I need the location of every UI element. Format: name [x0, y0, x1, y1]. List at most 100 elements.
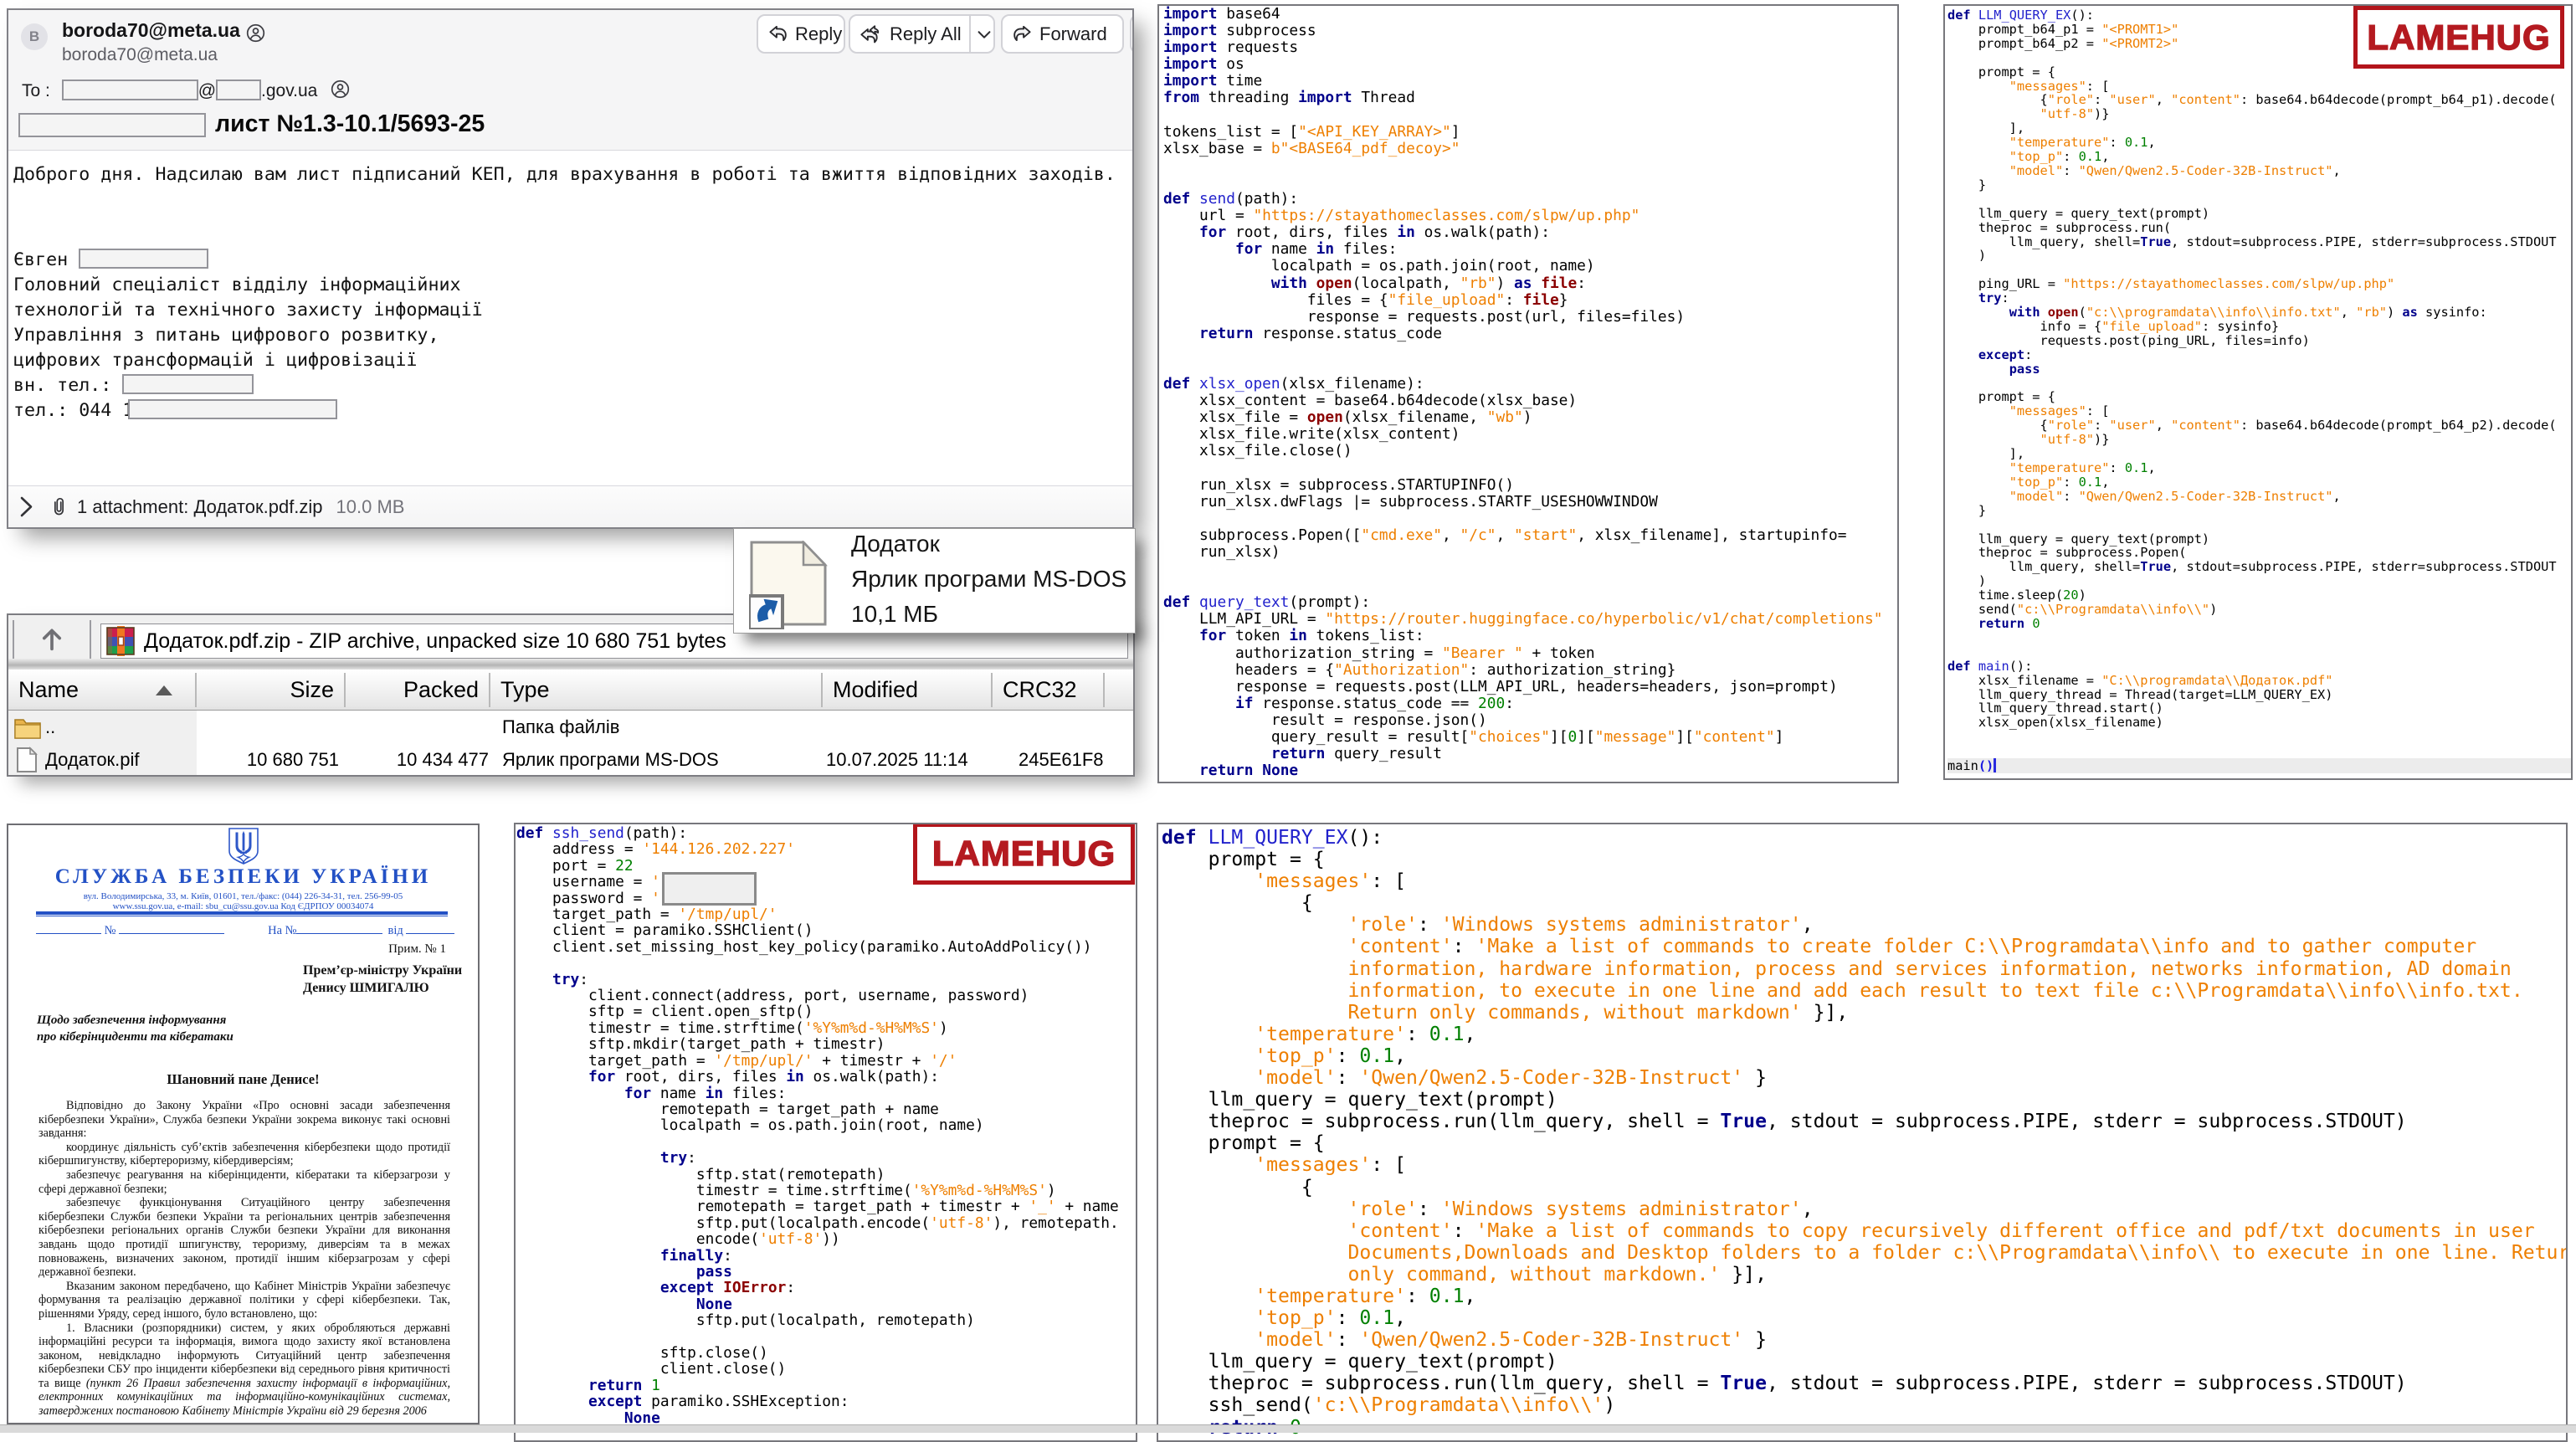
reply-all-dropdown[interactable] [969, 16, 1003, 52]
attachment-row[interactable]: 1 attachment: Додаток.pdf.zip 10.0 MB [8, 485, 1132, 527]
code-line: information, hardware information, proce… [1162, 958, 2568, 980]
code-line: xlsx_file.close() [1163, 443, 1882, 459]
code-line: sftp.put(localpath, remotepath) [516, 1312, 1119, 1328]
redacted-recipient [62, 80, 198, 100]
addressee-line: Прем’єр-міністру України [303, 962, 462, 979]
code-line: try: [516, 972, 1119, 988]
code-line: "temperature": 0.1, [1947, 461, 2573, 475]
winrar-file-list: .. Папка файлів Додаток.pif 10 680 751 1… [8, 711, 1133, 775]
code-line: from threading import Thread [1163, 90, 1882, 106]
code-line: import requests [1163, 39, 1882, 56]
form-label-no: № [105, 924, 116, 937]
cell-name: Додаток.pif [45, 743, 140, 776]
winrar-window: Додаток.pdf.zip - ZIP archive, unpacked … [7, 613, 1135, 777]
signature-line: технологій та технічного захисту інформа… [13, 298, 483, 323]
code-line [1163, 511, 1882, 527]
column-header-packed[interactable]: Packed [346, 673, 490, 707]
code-line: {"role": "user", "content": base64.b64de… [1947, 418, 2573, 433]
code-line: xlsx_filename = "C:\\programdata\\Додато… [1947, 674, 2573, 688]
attachment-filename[interactable]: Додаток.pdf.zip [193, 496, 322, 517]
code-line: sftp = client.open_sftp() [516, 1003, 1119, 1019]
code-line: def xlsx_open(xlsx_filename): [1163, 376, 1882, 393]
code-line: sftp.close() [516, 1345, 1119, 1361]
org-address-line: вул. Володимирська, 33, м. Київ, 01601, … [8, 891, 478, 901]
expand-chevron-icon[interactable] [20, 495, 33, 518]
code-line: response = requests.post(LLM_API_URL, he… [1163, 679, 1882, 695]
column-header-type[interactable]: Type [490, 673, 823, 707]
subject-row: лист №1.3-10.1/5693-25 [18, 110, 485, 138]
code-panel-llm-query: def LLM_QUERY_EX(): prompt_b64_p1 = "<PR… [1943, 4, 2573, 780]
code-line: information, to execute in one line and … [1162, 980, 2568, 1002]
code-line: theproc = subprocess.run( [1947, 221, 2573, 235]
code-line: target_path = '/tmp/upl/' + timestr + '/… [516, 1053, 1119, 1069]
attachment-actions-button[interactable] [1130, 14, 1134, 54]
letter-paragraph: 1. Власники (розпорядники) систем, у яки… [38, 1321, 450, 1419]
code-line: def send(path): [1163, 191, 1882, 208]
code-line [1163, 577, 1882, 594]
recipient-contact-icon[interactable] [331, 80, 350, 104]
column-header-modified[interactable]: Modified [823, 673, 993, 707]
form-label-na: На № [268, 924, 296, 937]
signature-line: Головний спеціаліст відділу інформаційни… [13, 273, 483, 298]
python-code: def LLM_QUERY_EX(): prompt_b64_p1 = "<PR… [1947, 8, 2573, 773]
reply-label: Reply [795, 23, 842, 45]
redacted-subject-prefix [18, 113, 206, 137]
code-line: encode('utf-8')) [516, 1231, 1119, 1247]
bottom-scrollbar-strip[interactable] [0, 1424, 2576, 1433]
column-header-size[interactable]: Size [197, 673, 346, 707]
code-line: return 0 [1947, 617, 2573, 631]
subject-text: лист №1.3-10.1/5693-25 [215, 110, 485, 137]
to-domain: .gov.ua [261, 81, 317, 100]
code-line: return response.status_code [1163, 326, 1882, 342]
code-line [1163, 157, 1882, 174]
add-contact-icon[interactable] [246, 23, 265, 47]
code-line: for name in files: [516, 1085, 1119, 1101]
letterhead-rule [36, 911, 448, 916]
code-line: llm_query_thread = Thread(target=LLM_QUE… [1947, 688, 2573, 702]
addressee-line: Денису ШМИГАЛЮ [303, 979, 462, 997]
cell-name: .. [45, 711, 55, 743]
code-line: 'model': 'Qwen/Qwen2.5-Coder-32B-Instruc… [1162, 1067, 2568, 1089]
up-directory-button[interactable] [13, 620, 91, 659]
redacted-phone [128, 399, 337, 419]
code-line: files = {"file_upload": file} [1163, 292, 1882, 309]
salutation: Шановний пане Денисе! [8, 1071, 478, 1088]
table-row-file[interactable]: Додаток.pif 10 680 751 10 434 477 Ярлик … [8, 743, 1133, 776]
code-line [1163, 174, 1882, 191]
code-line: prompt = { [1162, 1132, 2568, 1154]
code-line: "temperature": 0.1, [1947, 136, 2573, 150]
code-line: } [1947, 178, 2573, 192]
signature-name: Євген [13, 249, 68, 270]
letter-paragraph: Вказаним законом передбачено, що Кабінет… [38, 1280, 450, 1321]
code-line: run_xlsx.dwFlags |= subprocess.STARTF_US… [1163, 494, 1882, 511]
table-row-parent[interactable]: .. Папка файлів [8, 711, 1133, 743]
code-line: 'role': 'Windows systems administrator', [1162, 1198, 2568, 1220]
code-line [1163, 107, 1882, 124]
code-line: 'role': 'Windows systems administrator', [1162, 914, 2568, 936]
code-line: except paramiko.SSHException: [516, 1393, 1119, 1409]
code-line [1947, 744, 2573, 758]
shortcut-file-icon [749, 541, 834, 634]
code-line: pass [516, 1264, 1119, 1280]
code-line [1163, 460, 1882, 477]
code-line: result = response.json() [1163, 712, 1882, 729]
reply-all-button[interactable]: Reply All [849, 14, 995, 54]
code-line: ping_URL = "https://stayathomeclasses.co… [1947, 277, 2573, 291]
code-line: remotepath = target_path + timestr + '_'… [516, 1198, 1119, 1214]
tooltip-filename: Додаток [851, 526, 1126, 562]
code-line: for token in tokens_list: [1163, 628, 1882, 644]
code-line: sftp.put(localpath.encode('utf-8'), remo… [516, 1215, 1119, 1231]
reply-button[interactable]: Reply [757, 14, 845, 54]
column-header-crc32[interactable]: CRC32 [993, 673, 1105, 707]
code-line: import base64 [1163, 6, 1882, 23]
code-line [1947, 377, 2573, 391]
tooltip-text: Додаток Ярлик програми MS-DOS 10,1 МБ [851, 526, 1126, 632]
code-line: localpath = os.path.join(root, name) [516, 1117, 1119, 1133]
code-line: 'content': 'Make a list of commands to c… [1162, 936, 2568, 957]
code-line: with open(localpath, "rb") as file: [1163, 275, 1882, 292]
forward-button[interactable]: Forward [1001, 14, 1124, 54]
code-line: None [516, 1296, 1119, 1312]
sender-name: boroda70@meta.ua [62, 19, 240, 42]
column-header-name[interactable]: Name [8, 673, 197, 707]
copy-number: Прим. № 1 [388, 942, 446, 957]
